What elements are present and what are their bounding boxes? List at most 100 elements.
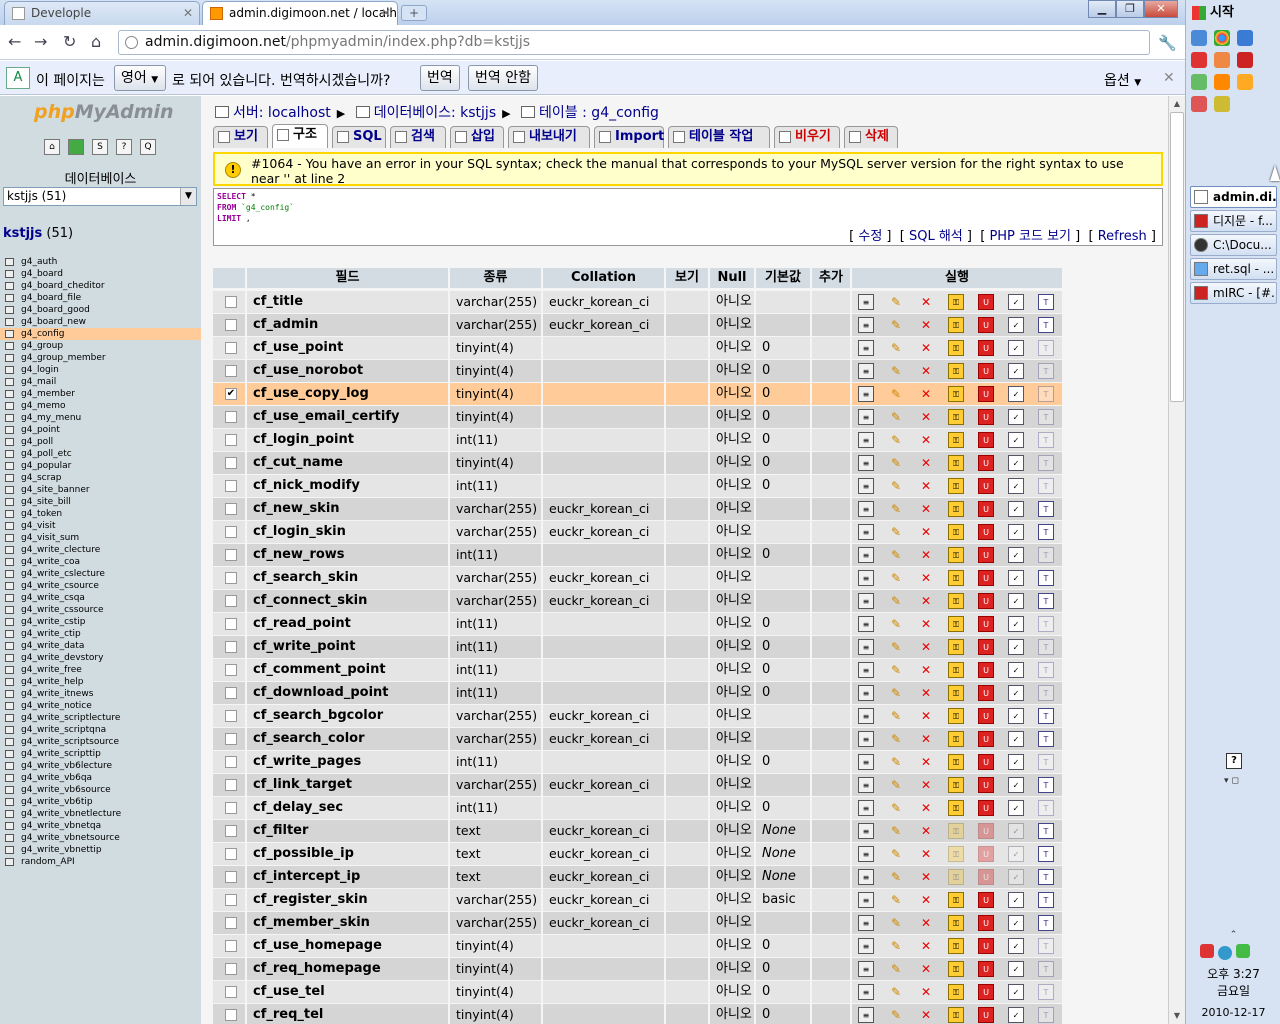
browse-distinct-icon[interactable]: ≡ [858,363,874,379]
unique-icon[interactable]: U [978,432,994,448]
sidebar-table-label[interactable]: g4_write_vb6qa [21,773,92,783]
database-select[interactable]: kstjjs (51) ▼ [3,187,197,206]
unique-icon[interactable]: U [978,938,994,954]
sidebar-table-item[interactable]: g4_group_member [0,352,201,364]
docs-icon[interactable]: ? [116,139,132,155]
edit-pencil-icon[interactable]: ✎ [888,823,904,839]
tab-empty[interactable]: 비우기 [774,126,840,148]
table-icon[interactable] [5,630,14,638]
index-icon[interactable]: ✓ [1008,869,1024,885]
index-icon[interactable]: ✓ [1008,846,1024,862]
sidebar-table-label[interactable]: g4_write_scriptsource [21,737,119,747]
table-icon[interactable] [5,678,14,686]
drop-x-icon[interactable]: ✕ [918,892,934,908]
refresh-link[interactable]: Refresh [1098,229,1147,244]
index-icon[interactable]: ✓ [1008,984,1024,1000]
network-tray-icon[interactable] [1218,946,1232,960]
window-close-button[interactable]: ✕ [1144,0,1178,18]
url-field[interactable]: admin.digimoon.net/phpmyadmin/index.php?… [118,30,1150,55]
sidebar-table-label[interactable]: g4_write_ctip [21,629,81,639]
clock[interactable]: 오후 3:27 금요일 2010-12-17 [1190,966,1277,1021]
wrench-icon[interactable]: 🔧 [1158,34,1177,52]
fulltext-icon[interactable]: T [1038,363,1054,379]
chevron-down-icon[interactable]: ▾ ◻ [1224,776,1239,786]
primary-key-icon[interactable]: ⚿ [948,823,964,839]
unique-icon[interactable]: U [978,386,994,402]
sidebar-table-item[interactable]: g4_write_scripttip [0,748,201,760]
fulltext-icon[interactable]: T [1038,1007,1054,1023]
index-icon[interactable]: ✓ [1008,340,1024,356]
browse-distinct-icon[interactable]: ≡ [858,846,874,862]
primary-key-icon[interactable]: ⚿ [948,777,964,793]
edit-pencil-icon[interactable]: ✎ [888,1007,904,1023]
sidebar-table-label[interactable]: g4_board [21,269,63,279]
index-icon[interactable]: ✓ [1008,708,1024,724]
table-icon[interactable] [5,498,14,506]
sidebar-table-label[interactable]: g4_site_banner [21,485,90,495]
row-checkbox[interactable] [225,319,237,331]
index-icon[interactable]: ✓ [1008,501,1024,517]
drop-x-icon[interactable]: ✕ [918,662,934,678]
edit-pencil-icon[interactable]: ✎ [888,432,904,448]
sidebar-table-label[interactable]: g4_mail [21,377,56,387]
unique-icon[interactable]: U [978,524,994,540]
drop-x-icon[interactable]: ✕ [918,409,934,425]
sidebar-table-label[interactable]: g4_popular [21,461,71,471]
drop-x-icon[interactable]: ✕ [918,616,934,632]
index-icon[interactable]: ✓ [1008,777,1024,793]
browse-distinct-icon[interactable]: ≡ [858,340,874,356]
no-translate-button[interactable]: 번역 안함 [468,65,538,91]
sidebar-table-item[interactable]: g4_popular [0,460,201,472]
table-icon[interactable] [5,450,14,458]
primary-key-icon[interactable]: ⚿ [948,386,964,402]
database-link[interactable]: kstjjs [3,226,42,241]
sidebar-table-label[interactable]: g4_point [21,425,60,435]
browse-distinct-icon[interactable]: ≡ [858,317,874,333]
browse-distinct-icon[interactable]: ≡ [858,524,874,540]
sidebar-table-item[interactable]: g4_board [0,268,201,280]
primary-key-icon[interactable]: ⚿ [948,317,964,333]
sidebar-table-label[interactable]: g4_write_vbnetsource [21,833,120,843]
edit-pencil-icon[interactable]: ✎ [888,685,904,701]
index-icon[interactable]: ✓ [1008,363,1024,379]
sidebar-table-item[interactable]: g4_site_bill [0,496,201,508]
table-icon[interactable] [5,822,14,830]
table-icon[interactable] [5,774,14,782]
primary-key-icon[interactable]: ⚿ [948,616,964,632]
sidebar-table-item[interactable]: g4_login [0,364,201,376]
fulltext-icon[interactable]: T [1038,685,1054,701]
drop-x-icon[interactable]: ✕ [918,915,934,931]
table-icon[interactable] [5,846,14,854]
browse-distinct-icon[interactable]: ≡ [858,409,874,425]
sidebar-table-item[interactable]: g4_write_ctip [0,628,201,640]
edit-pencil-icon[interactable]: ✎ [888,731,904,747]
scroll-up-icon[interactable]: ▲ [1170,97,1184,111]
quicklaunch-app-icon[interactable] [1237,30,1253,46]
index-icon[interactable]: ✓ [1008,524,1024,540]
drop-x-icon[interactable]: ✕ [918,754,934,770]
table-icon[interactable] [5,654,14,662]
drop-x-icon[interactable]: ✕ [918,961,934,977]
index-icon[interactable]: ✓ [1008,639,1024,655]
browse-distinct-icon[interactable]: ≡ [858,501,874,517]
primary-key-icon[interactable]: ⚿ [948,800,964,816]
primary-key-icon[interactable]: ⚿ [948,869,964,885]
row-checkbox[interactable] [225,595,237,607]
index-icon[interactable]: ✓ [1008,616,1024,632]
security-tray-icon[interactable] [1236,944,1250,958]
unique-icon[interactable]: U [978,823,994,839]
row-checkbox[interactable] [225,940,237,952]
drop-x-icon[interactable]: ✕ [918,777,934,793]
drop-x-icon[interactable]: ✕ [918,363,934,379]
row-checkbox[interactable] [225,641,237,653]
back-arrow-icon[interactable]: ← [8,33,21,51]
scrollbar-thumb[interactable] [1170,112,1184,402]
primary-key-icon[interactable]: ⚿ [948,547,964,563]
sidebar-table-label[interactable]: g4_write_coa [21,557,80,567]
sidebar-table-item[interactable]: g4_poll_etc [0,448,201,460]
drop-x-icon[interactable]: ✕ [918,570,934,586]
sidebar-table-label[interactable]: g4_poll [21,437,53,447]
primary-key-icon[interactable]: ⚿ [948,915,964,931]
row-checkbox[interactable] [225,687,237,699]
fulltext-icon[interactable]: T [1038,432,1054,448]
